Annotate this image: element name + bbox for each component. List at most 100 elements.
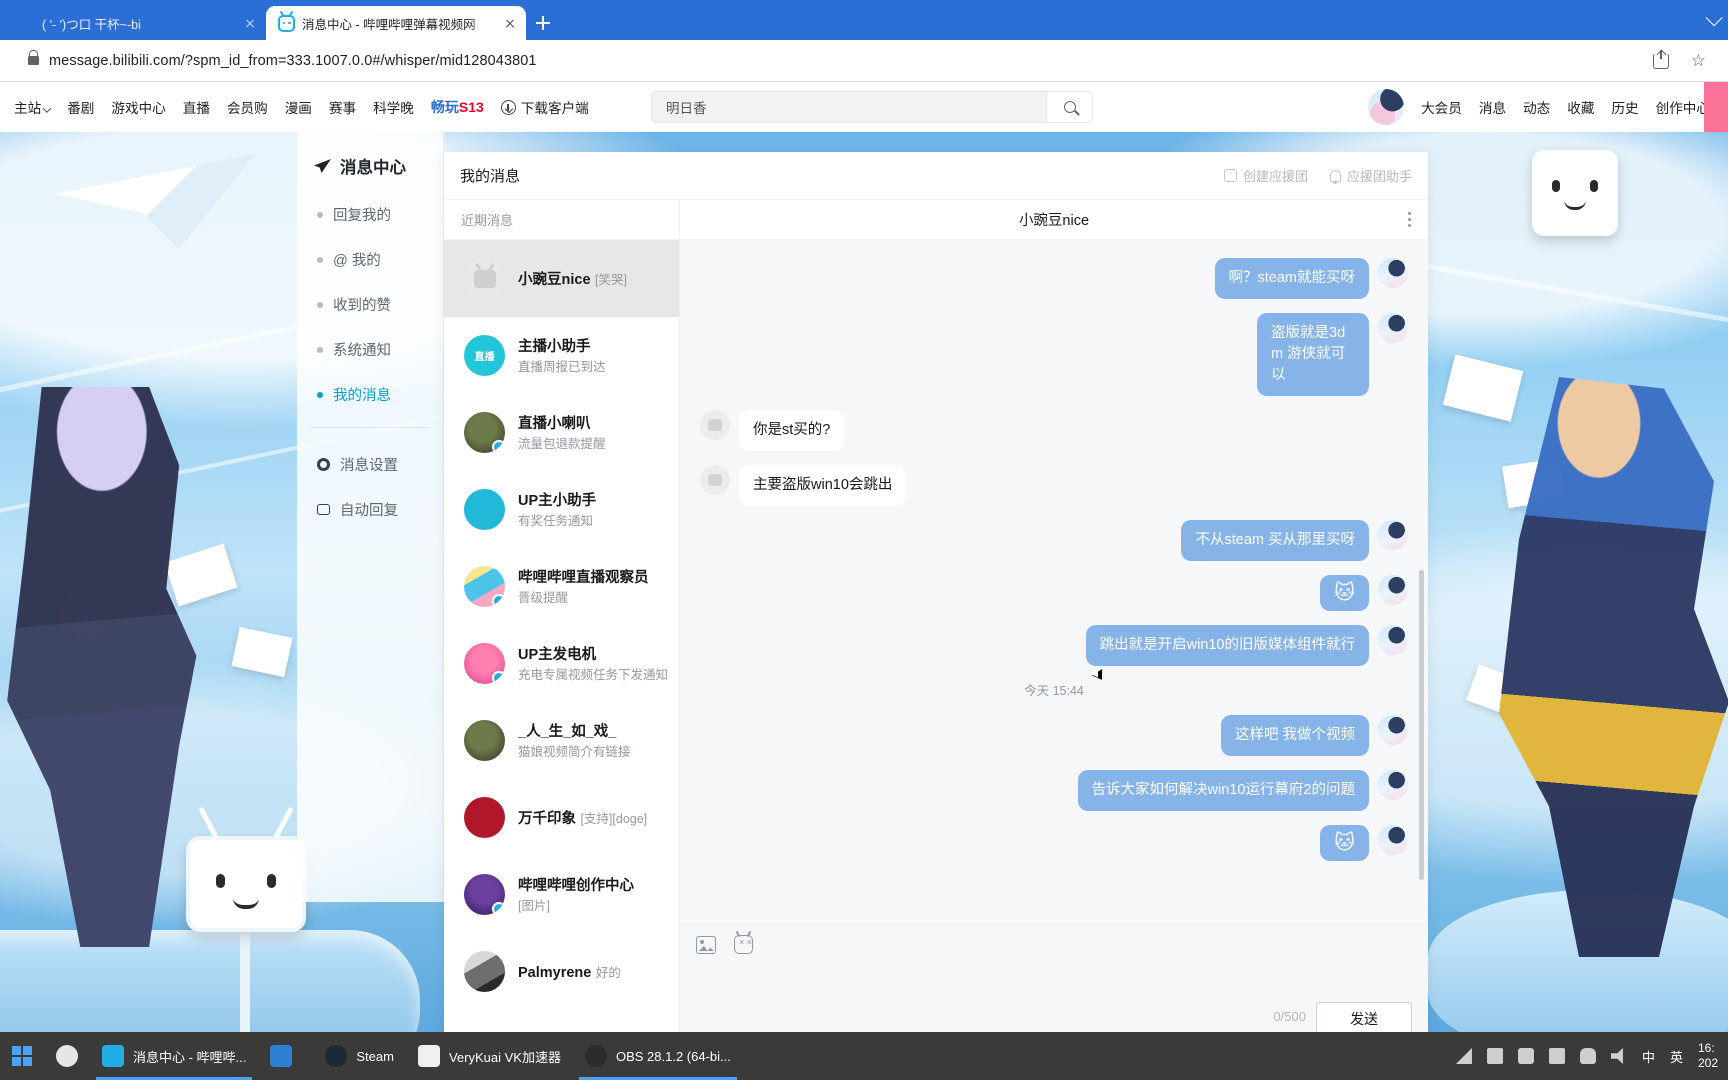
sidebar-divider <box>311 427 429 428</box>
ime-cn-icon[interactable]: 中 <box>1642 1047 1655 1066</box>
sidebar-item-system-notice[interactable]: 系统通知 <box>297 327 443 372</box>
folder-icon[interactable] <box>1486 1048 1503 1064</box>
nav-item-manga[interactable]: 漫画 <box>285 97 312 117</box>
nav-item-home[interactable]: 主站 <box>14 97 52 117</box>
browser-window: ( '- ')つ口 干杯~-bi 消息中心 - 哔哩哔哩弹幕视频网 messag… <box>0 0 1728 1080</box>
message-bubble: 你是st买的? <box>739 410 845 452</box>
list-item[interactable]: 直播小喇叭 流量包退款提醒 <box>444 394 679 471</box>
wifi-icon[interactable] <box>1455 1048 1472 1064</box>
avatar <box>1378 715 1408 746</box>
bullet-icon <box>317 346 323 353</box>
start-button[interactable] <box>0 1032 44 1080</box>
more-vertical-icon[interactable] <box>1408 212 1412 228</box>
download-client-link[interactable]: 下载客户端 <box>500 97 589 117</box>
monitor-icon[interactable] <box>1548 1048 1565 1064</box>
chat-scrollbar[interactable] <box>1419 570 1424 880</box>
avatar[interactable] <box>1368 89 1405 125</box>
nav-item-history[interactable]: 历史 <box>1611 97 1638 117</box>
search-input[interactable] <box>652 92 1046 122</box>
nav-item-dynamic[interactable]: 动态 <box>1523 97 1550 117</box>
nav-item-live[interactable]: 直播 <box>183 97 210 117</box>
list-item[interactable]: 万千印象 [支持][doge] <box>444 779 679 856</box>
search-icon <box>56 1045 78 1067</box>
avatar <box>1378 258 1408 288</box>
taskbar-item-obs[interactable]: OBS 28.1.2 (64-bi... <box>573 1032 743 1080</box>
list-item[interactable]: 直播 主播小助手 直播周报已到达 <box>444 317 679 394</box>
speaker-icon[interactable] <box>1610 1048 1623 1064</box>
shield-icon[interactable] <box>1517 1048 1534 1064</box>
taskbar-item-bilibili[interactable]: 消息中心 - 哔哩哔... <box>90 1032 258 1080</box>
search-box[interactable] <box>651 91 1093 123</box>
message-bubble-emoji: 🐱 <box>1320 575 1369 612</box>
taskbar-item-verykuai[interactable]: VeryKuai VK加速器 <box>406 1032 573 1080</box>
new-tab-button[interactable] <box>526 6 560 40</box>
mic-icon[interactable] <box>1579 1048 1596 1064</box>
chat-message-incoming: 你是st买的? <box>700 410 1408 452</box>
conversation-list[interactable]: 近期消息 小豌豆nice [笑哭] 直播 主播小助手 直播周报已到达 直播小喇叭… <box>444 200 680 1050</box>
nav-item-vipshop[interactable]: 会员购 <box>227 97 268 117</box>
nav-item-message[interactable]: 消息 <box>1479 97 1506 117</box>
send-button[interactable]: 发送 <box>1316 1002 1412 1036</box>
chat-messages[interactable]: 啊？steam就能买呀 盗版就是3dm 游侠就可以 你是st买的? 主要盗版wi… <box>680 240 1428 924</box>
close-icon[interactable] <box>502 15 518 31</box>
sidebar-item-replies[interactable]: 回复我的 <box>297 192 443 237</box>
lock-icon <box>28 50 39 65</box>
nav-item-science[interactable]: 科学晚 <box>373 97 414 117</box>
promo-badge-changwan[interactable]: 畅玩S13 <box>431 97 484 117</box>
avatar: 直播 <box>464 335 505 376</box>
create-fan-group-button[interactable]: 创建应援团 <box>1223 166 1308 185</box>
sidebar-item-message-settings[interactable]: 消息设置 <box>297 442 443 487</box>
list-item[interactable]: UP主小助手 有奖任务通知 <box>444 471 679 548</box>
nav-item-creator[interactable]: 创作中心 <box>1656 97 1710 117</box>
clock[interactable]: 16: 202 <box>1698 1041 1718 1071</box>
close-icon[interactable] <box>242 15 258 31</box>
conversation-name: Palmyrene <box>518 964 592 981</box>
list-item[interactable]: _人_生_如_戏_ 猫娘视频简介有链接 <box>444 702 679 779</box>
ime-en-icon[interactable]: 英 <box>1670 1047 1683 1066</box>
message-center-sidebar: 消息中心 回复我的 @ 我的 收到的赞 系统通知 我的消息 消息设置 自动回复 <box>297 132 444 902</box>
conversation-list-header: 近期消息 <box>444 200 679 240</box>
browser-tab-2[interactable]: 消息中心 - 哔哩哔哩弹幕视频网 <box>266 6 526 40</box>
star-icon[interactable]: ☆ <box>1691 52 1706 69</box>
taskbar-search-button[interactable] <box>44 1032 90 1080</box>
fan-group-assistant-button[interactable]: 应援团助手 <box>1329 166 1412 185</box>
chevron-down-icon <box>42 104 52 113</box>
nav-item-match[interactable]: 赛事 <box>329 97 356 117</box>
message-bubble: 这样吧 我做个视频 <box>1220 715 1369 757</box>
image-icon[interactable] <box>696 935 716 954</box>
sidebar-item-my-messages[interactable]: 我的消息 <box>297 372 443 417</box>
list-item[interactable]: 哔哩哔哩直播观察员 晋级提醒 <box>444 548 679 625</box>
list-item[interactable]: UP主发电机 充电专属视频任务下发通知 <box>444 625 679 702</box>
lightning-badge-icon <box>492 440 505 453</box>
nav-item-favorite[interactable]: 收藏 <box>1567 97 1594 117</box>
chevron-down-icon[interactable] <box>1705 9 1723 27</box>
sidebar-item-mentions[interactable]: @ 我的 <box>297 237 443 282</box>
browser-tab-1[interactable]: ( '- ')つ口 干杯~-bi <box>6 6 266 40</box>
taskbar-item-steam[interactable]: Steam <box>313 1032 406 1080</box>
avatar <box>464 720 505 761</box>
panel-header: 我的消息 创建应援团 应援团助手 <box>444 152 1428 200</box>
sidebar-item-likes[interactable]: 收到的赞 <box>297 282 443 327</box>
emoji-icon[interactable]: × × <box>734 935 753 954</box>
obs-icon <box>584 1045 607 1067</box>
taskbar-item-tv[interactable] <box>258 1032 313 1080</box>
search-button[interactable] <box>1046 92 1092 122</box>
avatar <box>1378 625 1408 656</box>
address-bar[interactable]: message.bilibili.com/?spm_id_from=333.10… <box>0 40 1728 82</box>
message-bubble: 啊？steam就能买呀 <box>1214 258 1369 300</box>
list-item[interactable]: 哔哩哔哩创作中心 [图片] <box>444 856 679 933</box>
nav-item-vip[interactable]: 大会员 <box>1421 97 1462 117</box>
bullet-icon <box>317 211 323 218</box>
nav-item-gamecenter[interactable]: 游戏中心 <box>111 97 165 117</box>
sidebar-item-auto-reply[interactable]: 自动回复 <box>297 487 443 532</box>
share-icon[interactable] <box>1652 49 1669 69</box>
nav-item-bangumi[interactable]: 番剧 <box>67 97 94 117</box>
list-item[interactable]: 小豌豆nice [笑哭] <box>444 240 679 317</box>
conversation-name: 小豌豆nice <box>518 272 591 288</box>
lightning-badge-icon <box>492 671 505 684</box>
conversation-preview: 晋级提醒 <box>518 591 569 605</box>
avatar <box>1378 825 1408 856</box>
upload-button[interactable] <box>1704 82 1728 132</box>
list-item[interactable]: Palmyrene 好的 <box>444 933 679 1010</box>
bullet-icon <box>317 301 323 308</box>
